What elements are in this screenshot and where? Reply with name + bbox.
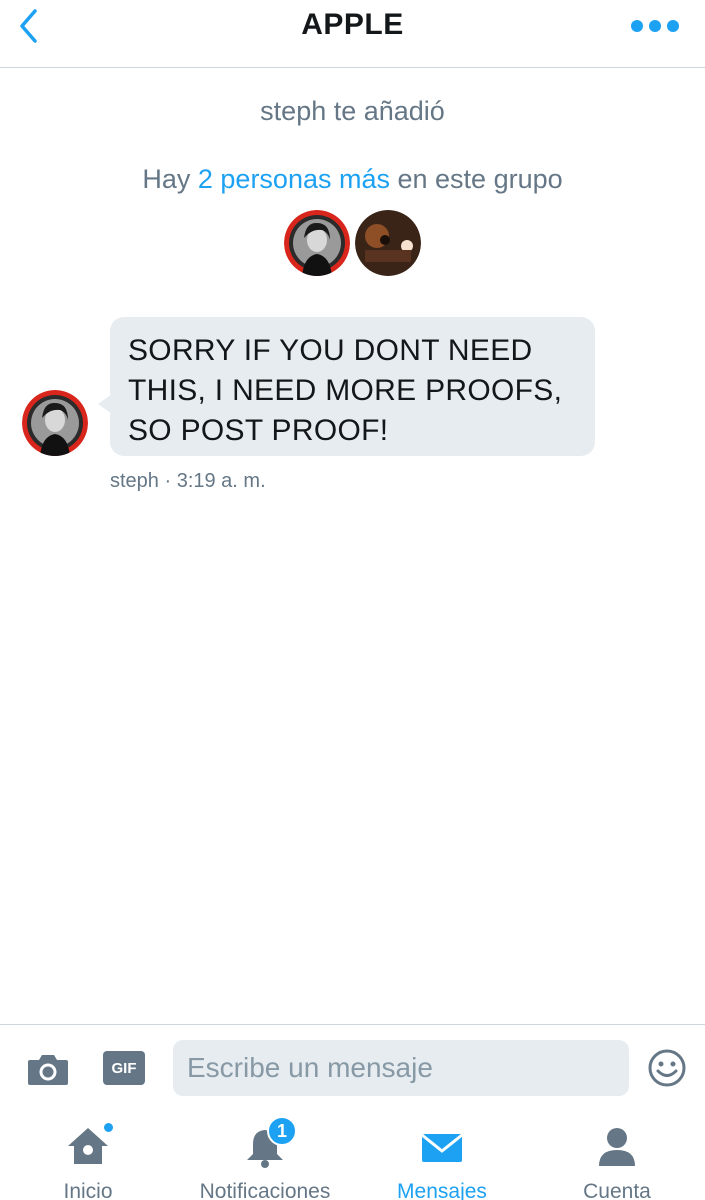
home-icon bbox=[64, 1122, 114, 1170]
top-bar: APPLE bbox=[0, 0, 705, 68]
notification-dot bbox=[103, 1122, 114, 1133]
tab-label-inicio: Inicio bbox=[63, 1180, 113, 1200]
tab-mensajes[interactable]: Mensajes bbox=[392, 1110, 492, 1200]
group-members-link[interactable]: 2 personas más bbox=[198, 164, 390, 194]
group-members-note: Hay 2 personas más en este grupo bbox=[0, 164, 705, 195]
tab-label-mensajes: Mensajes bbox=[397, 1180, 487, 1200]
message-text: SORRY IF YOU DONT NEED THIS, I NEED MORE… bbox=[128, 334, 563, 447]
group-avatars[interactable] bbox=[284, 210, 424, 278]
envelope-icon bbox=[418, 1122, 466, 1170]
conversation-title: APPLE bbox=[301, 8, 404, 41]
tab-inicio[interactable]: Inicio bbox=[48, 1110, 128, 1200]
tab-cuenta[interactable]: Cuenta bbox=[572, 1110, 662, 1200]
bell-icon: 1 bbox=[241, 1116, 297, 1170]
message-composer: GIF bbox=[0, 1024, 705, 1110]
more-dots-icon bbox=[631, 20, 643, 32]
group-note-suffix: en este grupo bbox=[390, 164, 563, 194]
added-by-note: steph te añadió bbox=[260, 96, 445, 126]
gif-button[interactable]: GIF bbox=[103, 1051, 145, 1085]
bottom-tab-bar: Inicio 1 Notificaciones Mensajes Cuenta bbox=[0, 1110, 705, 1200]
tab-label-cuenta: Cuenta bbox=[583, 1180, 651, 1200]
camera-button[interactable] bbox=[26, 1051, 70, 1087]
emoji-button[interactable] bbox=[647, 1048, 687, 1088]
emoji-icon bbox=[648, 1049, 686, 1087]
camera-icon bbox=[28, 1055, 68, 1085]
message-bubble[interactable]: SORRY IF YOU DONT NEED THIS, I NEED MORE… bbox=[110, 317, 595, 456]
tab-label-notificaciones: Notificaciones bbox=[199, 1180, 331, 1200]
avatar-steph[interactable] bbox=[284, 210, 350, 276]
more-options-button[interactable] bbox=[631, 14, 679, 38]
notification-count-badge: 1 bbox=[267, 1116, 297, 1146]
message-meta: steph · 3:19 a. m. bbox=[110, 470, 266, 492]
message-input[interactable] bbox=[173, 1040, 629, 1096]
person-icon bbox=[593, 1122, 641, 1170]
sender-avatar[interactable] bbox=[22, 390, 88, 456]
group-note-prefix: Hay bbox=[142, 164, 198, 194]
avatar-concert[interactable] bbox=[355, 210, 421, 276]
tab-notificaciones[interactable]: 1 Notificaciones bbox=[190, 1110, 340, 1200]
